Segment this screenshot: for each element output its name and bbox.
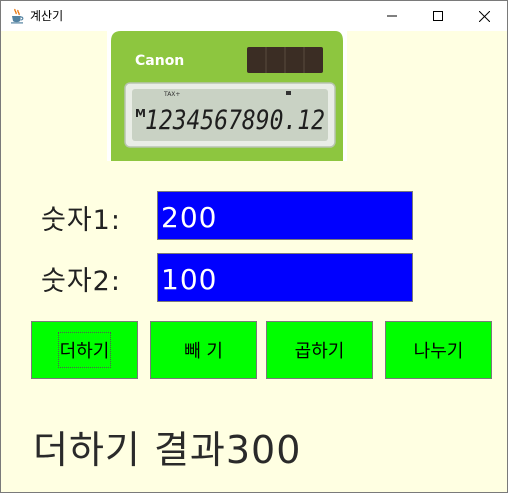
title-bar[interactable]: 계산기 — [1, 1, 507, 31]
number2-label: 숫자2: — [41, 266, 121, 297]
maximize-button[interactable] — [415, 1, 461, 31]
multiply-button[interactable]: 곱하기 — [266, 321, 373, 379]
divide-button-label: 나누기 — [413, 341, 464, 362]
number1-input[interactable] — [157, 191, 413, 240]
calculator-brand-text: Canon — [135, 53, 184, 69]
add-button[interactable]: 더하기 — [31, 321, 138, 379]
minimize-button[interactable] — [369, 1, 415, 31]
calculator-image: Canon TAX+ M 1234567890.12 — [107, 31, 347, 161]
number2-input[interactable] — [157, 253, 413, 302]
result-text: 더하기 결과300 — [33, 428, 302, 472]
tax-label: TAX+ — [163, 91, 180, 98]
window-title: 계산기 — [30, 9, 64, 23]
close-button[interactable] — [461, 1, 507, 31]
subtract-button[interactable]: 빼 기 — [150, 321, 257, 379]
add-button-label: 더하기 — [57, 332, 112, 368]
subtract-button-label: 빼 기 — [184, 341, 223, 362]
calculator-display-digits: 1234567890.12 — [145, 105, 325, 136]
divide-button[interactable]: 나누기 — [385, 321, 492, 379]
maximize-icon — [433, 11, 443, 21]
number1-label: 숫자1: — [41, 205, 121, 236]
minimize-icon — [387, 11, 397, 21]
calculator-window: 계산기 Canon TAX+ M 1234567890.12 숫자1: 200 … — [0, 0, 508, 493]
close-icon — [478, 10, 490, 22]
multiply-button-label: 곱하기 — [294, 341, 345, 362]
java-cup-icon — [9, 8, 25, 24]
